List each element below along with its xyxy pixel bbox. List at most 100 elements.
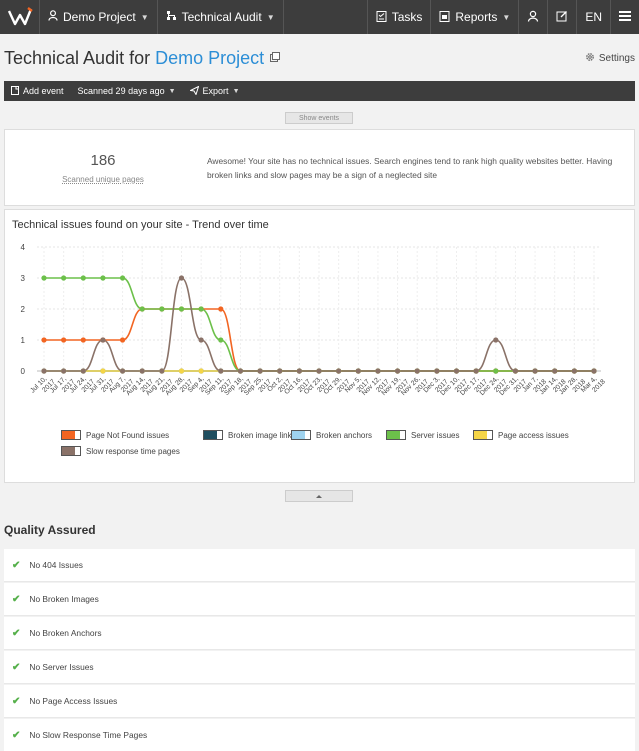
data-point	[41, 337, 47, 343]
check-icon: ✔	[12, 695, 21, 707]
external-link-icon[interactable]	[264, 51, 281, 65]
quality-assured-title: Quality Assured	[4, 523, 96, 537]
legend-label: Broken image links	[228, 430, 296, 440]
trend-chart: 01234Jul 10,2017Jul 17,2017Jul 24,2017Ju…	[21, 243, 608, 399]
top-navigation-bar: Demo Project ▼ Technical Audit ▼ Tasks R…	[0, 0, 639, 34]
main-menu-button[interactable]	[610, 0, 639, 34]
note-icon	[11, 85, 19, 97]
legend-label: Page access issues	[498, 430, 569, 440]
export-dropdown[interactable]: Export ▼	[183, 85, 247, 97]
quality-item-label: No Broken Images	[29, 594, 99, 604]
quality-item: ✔ No 404 Issues	[4, 549, 635, 582]
legend-swatch	[61, 446, 81, 456]
data-point	[277, 368, 283, 374]
legend-swatch	[473, 430, 493, 440]
quality-item: ✔ No Page Access Issues	[4, 685, 635, 718]
tasks-button[interactable]: Tasks	[366, 0, 431, 34]
y-tick-label: 1	[21, 336, 26, 345]
data-point	[434, 368, 440, 374]
user-icon	[48, 10, 58, 24]
page-title: Technical Audit for	[4, 47, 151, 68]
sitemap-icon	[166, 10, 177, 24]
data-point	[493, 368, 499, 374]
settings-button[interactable]: Settings	[585, 52, 635, 65]
data-point	[218, 337, 224, 343]
data-point	[532, 368, 538, 374]
check-icon: ✔	[12, 661, 21, 673]
legend-swatch	[386, 430, 406, 440]
quality-item-label: No Slow Response Time Pages	[29, 730, 148, 740]
check-icon: ✔	[12, 559, 21, 571]
data-point	[139, 306, 145, 312]
legend-label: Page Not Found issues	[86, 430, 170, 440]
data-point	[41, 275, 47, 281]
data-point	[375, 368, 381, 374]
chevron-down-icon: ▼	[232, 87, 240, 95]
reports-menu[interactable]: Reports ▼	[430, 0, 518, 34]
data-point	[355, 368, 361, 374]
scanned-pages-link[interactable]: Scanned unique pages	[57, 175, 149, 184]
notifications-button[interactable]	[547, 0, 576, 34]
data-point	[119, 337, 126, 343]
quality-item-label: No 404 Issues	[29, 560, 83, 570]
y-tick-label: 4	[21, 243, 26, 252]
legend-swatch	[203, 430, 223, 440]
add-event-button[interactable]: Add event	[4, 85, 71, 97]
data-point	[512, 368, 519, 374]
data-point	[159, 368, 165, 374]
legend-item[interactable]: Slow response time pages	[61, 446, 180, 456]
data-point	[453, 368, 460, 374]
chevron-down-icon: ▼	[168, 87, 176, 95]
logo-icon[interactable]	[0, 0, 40, 34]
data-point	[61, 368, 67, 374]
add-event-label: Add event	[23, 86, 64, 96]
data-point	[198, 337, 204, 343]
data-point	[336, 368, 342, 374]
account-button[interactable]	[518, 0, 547, 34]
data-point	[100, 368, 106, 374]
project-selector[interactable]: Demo Project ▼	[40, 0, 158, 34]
project-selector-label: Demo Project	[63, 10, 136, 24]
legend-item[interactable]: Page Not Found issues	[61, 430, 169, 440]
quality-item: ✔ No Broken Anchors	[4, 617, 635, 650]
language-selector[interactable]: EN	[576, 0, 610, 34]
project-link[interactable]: Demo Project	[155, 48, 264, 69]
trend-chart-card: Technical issues found on your site - Tr…	[4, 209, 635, 483]
data-point	[237, 368, 244, 374]
data-point	[61, 337, 67, 343]
summary-card: 186 Scanned unique pages Awesome! Your s…	[4, 129, 635, 206]
legend-label: Server issues	[411, 430, 460, 440]
legend-swatch	[291, 430, 311, 440]
data-point	[41, 368, 47, 374]
module-selector-label: Technical Audit	[181, 10, 262, 24]
data-point	[296, 368, 302, 374]
legend-item[interactable]: Server issues	[386, 430, 459, 440]
language-label: EN	[585, 10, 602, 24]
show-events-button[interactable]: Show events	[285, 112, 353, 124]
account-icon	[527, 10, 539, 25]
scan-history-label: Scanned 29 days ago	[77, 86, 165, 96]
legend-item[interactable]: Page access issues	[473, 430, 569, 440]
summary-message: Awesome! Your site has no technical issu…	[207, 156, 613, 180]
data-point	[493, 337, 499, 343]
data-point	[139, 368, 145, 374]
tasks-label: Tasks	[391, 10, 423, 24]
legend-label: Broken anchors	[316, 430, 373, 440]
data-point	[178, 275, 185, 281]
module-selector[interactable]: Technical Audit ▼	[158, 0, 284, 34]
data-point	[257, 368, 263, 374]
legend-item[interactable]: Broken anchors	[291, 430, 372, 440]
legend-item[interactable]: Broken image links	[203, 430, 296, 440]
data-point	[80, 275, 86, 281]
collapse-chart-button[interactable]	[285, 490, 353, 502]
quality-item: ✔ No Broken Images	[4, 583, 635, 616]
data-point	[218, 368, 224, 374]
tasks-icon	[376, 10, 387, 25]
x-tick-label: Mar 4,2018	[580, 372, 607, 399]
scan-history-dropdown[interactable]: Scanned 29 days ago ▼	[71, 86, 183, 96]
paper-plane-icon	[188, 85, 199, 97]
data-point	[119, 275, 126, 281]
data-point	[591, 368, 597, 374]
data-point	[218, 306, 224, 312]
edit-note-icon	[556, 10, 568, 25]
